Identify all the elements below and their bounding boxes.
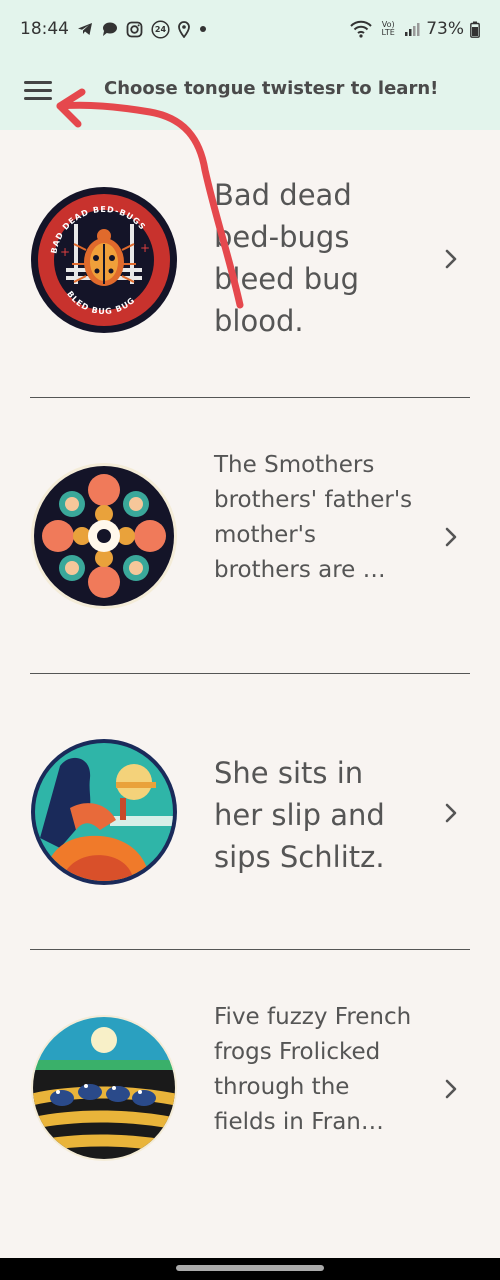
twister-text: She sits in her slip and sips Schlitz. [214,756,385,874]
frogs-field-image [31,1015,177,1161]
chevron-right-icon[interactable] [440,802,462,824]
home-pill[interactable] [176,1265,324,1271]
news24-label: 24 [154,24,167,34]
telegram-icon [77,21,93,37]
list-item[interactable]: She sits in her slip and sips Schlitz. [0,674,500,950]
hamburger-line [24,88,52,92]
dot-icon [198,24,208,34]
list-item[interactable]: The Smothers brothers' father's mother's… [0,398,500,674]
menu-button[interactable] [24,75,58,105]
instagram-icon [126,21,143,38]
status-time: 18:44 [20,19,69,39]
hamburger-line [24,80,52,84]
twister-text: Five fuzzy French frogs Frolicked throug… [214,1004,412,1135]
list-item[interactable]: BAD DEAD BED-BUGS BLED BUG BUG + + Bad d… [0,130,500,398]
lte-indicator: Vo) LTE [381,20,395,37]
chevron-right-icon[interactable] [440,248,462,270]
bedbug-badge-image: BAD DEAD BED-BUGS BLED BUG BUG + + [31,187,177,333]
signal-icon [404,21,420,37]
mandala-image [31,463,177,609]
app-bar: Choose tongue twistesr to learn! [0,58,500,130]
svg-text:+: + [60,245,70,259]
news24-icon: 24 [151,19,170,39]
chevron-right-icon[interactable] [440,526,462,548]
chevron-right-icon[interactable] [440,1078,462,1100]
wifi-icon [350,20,372,38]
svg-text:+: + [140,241,150,255]
battery-percent: 73% [426,19,464,39]
list-item[interactable]: Five fuzzy French frogs Frolicked throug… [0,950,500,1226]
chat-bubble-icon [101,21,118,37]
twister-text: The Smothers brothers' father's mother's… [214,452,413,583]
twister-text: Bad dead bed-bugs bleed bug blood. [214,178,359,338]
woman-drinking-image [31,739,177,885]
battery-icon [470,21,480,38]
status-bar: 18:44 24 Vo) LTE 73% [0,0,500,58]
hamburger-line [24,96,52,100]
location-icon [178,20,190,38]
page-title: Choose tongue twistesr to learn! [104,78,439,99]
home-indicator-bar [0,1258,500,1280]
